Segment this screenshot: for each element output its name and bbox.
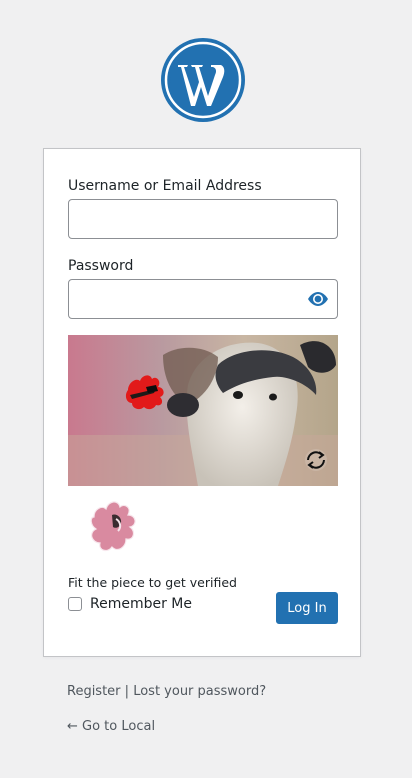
password-input[interactable]: [68, 279, 338, 319]
password-label: Password: [68, 258, 134, 274]
remember-me-row[interactable]: Remember Me: [68, 594, 192, 614]
login-card: Username or Email Address Password Fit t…: [43, 148, 361, 657]
captcha-image: [68, 335, 338, 486]
register-link[interactable]: Register: [67, 684, 121, 699]
login-button[interactable]: Log In: [276, 592, 338, 624]
captcha-hint: Fit the piece to get verified: [68, 575, 237, 590]
puzzle-piece-icon[interactable]: [86, 499, 140, 557]
footer-nav: Register | Lost your password?: [67, 684, 266, 699]
refresh-icon[interactable]: [303, 447, 329, 473]
remember-me-label: Remember Me: [90, 596, 192, 612]
nav-separator: |: [124, 684, 130, 699]
remember-me-checkbox[interactable]: [68, 597, 82, 611]
eye-icon[interactable]: [307, 291, 329, 307]
wordpress-logo-icon[interactable]: [161, 38, 245, 122]
back-to-site-link[interactable]: ← Go to Local: [67, 719, 155, 734]
back-to-site: ← Go to Local: [67, 719, 155, 734]
username-input[interactable]: [68, 199, 338, 239]
username-label: Username or Email Address: [68, 178, 262, 194]
lost-password-link[interactable]: Lost your password?: [133, 684, 266, 699]
